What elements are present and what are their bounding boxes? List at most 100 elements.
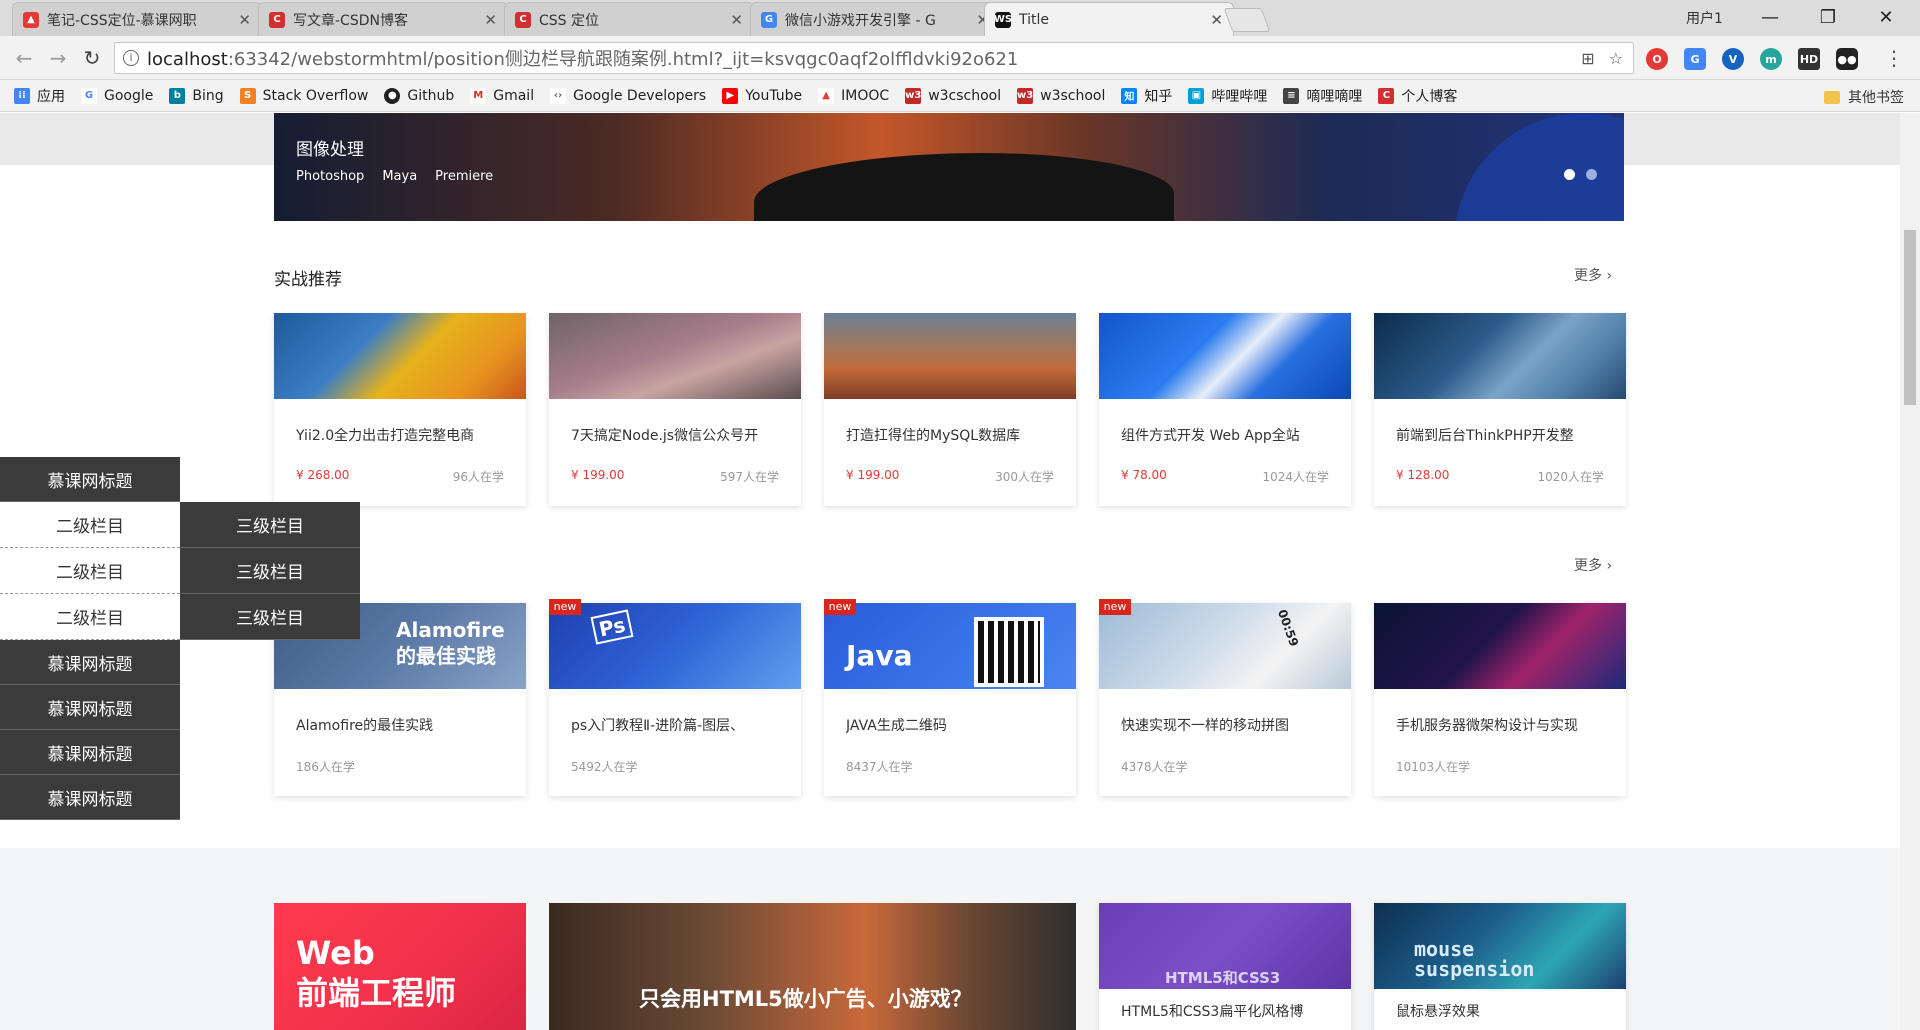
course-card[interactable]: Yii2.0全力出击打造完整电商 ¥ 268.00 96人在学 [274, 313, 526, 506]
bookmark-label: 知乎 [1144, 88, 1173, 105]
bookmark-blog[interactable]: C 个人博客 [1378, 86, 1457, 106]
bookmark-label: 应用 [37, 88, 65, 105]
bookmark-star-icon[interactable]: ☆ [1609, 49, 1623, 68]
tab-title-page[interactable]: WS Title ✕ [984, 2, 1234, 36]
menu-dots-icon[interactable]: ⋮ [1880, 44, 1908, 72]
minimize-icon[interactable]: — [1742, 0, 1798, 34]
bookmark-bing[interactable]: b Bing [169, 87, 224, 104]
banner-tag[interactable]: Maya [382, 169, 417, 184]
course-card[interactable]: 手机服务器微架构设计与实现 10103人在学 [1374, 603, 1626, 796]
close-icon[interactable]: ✕ [1210, 11, 1223, 29]
vertical-scrollbar[interactable] [1900, 113, 1920, 1030]
banner-tag[interactable]: Premiere [435, 169, 493, 184]
tab-imooc-notes[interactable]: ▲ 笔记-CSS定位-慕课网职 ✕ [12, 2, 262, 36]
course-title: Yii2.0全力出击打造完整电商 [296, 428, 475, 444]
forward-icon[interactable]: → [44, 44, 72, 72]
back-icon[interactable]: ← [10, 44, 38, 72]
course-students: 5492人在学 [571, 760, 638, 774]
thumbnail-text: mouse suspension [1414, 937, 1535, 981]
close-icon[interactable]: ✕ [238, 11, 251, 29]
bookmark-dilidili[interactable]: ≡ 嘀哩嘀哩 [1283, 86, 1362, 106]
tab-css-position[interactable]: C CSS 定位 ✕ [504, 2, 754, 36]
sidebar-item-title[interactable]: 慕课网标题 [0, 640, 180, 685]
sidebar-third-item[interactable]: 三级栏目 [180, 594, 360, 640]
sidebar-subitem[interactable]: 二级栏目 三级栏目 [0, 594, 360, 640]
banner-slide[interactable]: 图像处理 Photoshop Maya Premiere [274, 113, 1624, 221]
bookmark-youtube[interactable]: ▶ YouTube [722, 87, 802, 104]
more-link[interactable]: 更多 › [1574, 555, 1612, 575]
bookmark-google[interactable]: G Google [81, 87, 153, 104]
promo-tile[interactable]: 只会用HTML5做小广告、小游戏？ [549, 903, 1076, 1030]
translate-icon[interactable]: ⊞ [1581, 49, 1594, 68]
bookmark-apps[interactable]: ⁞⁞ 应用 [14, 86, 65, 106]
opera-icon[interactable]: O [1646, 48, 1668, 70]
course-card[interactable]: new Ps ps入门教程Ⅱ-进阶篇-图层、 5492人在学 [549, 599, 801, 796]
course-card[interactable]: 前端到后台ThinkPHP开发整 ¥ 128.00 1020人在学 [1374, 313, 1626, 506]
window-close-icon[interactable]: ✕ [1858, 0, 1914, 34]
csdn-icon: C [269, 11, 285, 28]
qr-code-icon [974, 617, 1044, 687]
bookmark-label: 哔哩哔哩 [1211, 88, 1268, 105]
sidebar-subitem[interactable]: 二级栏目 三级栏目 [0, 548, 360, 594]
bookmark-google-developers[interactable]: ‹› Google Developers [550, 87, 706, 104]
course-thumbnail [1374, 603, 1626, 689]
carousel-dot[interactable] [1586, 169, 1597, 180]
course-card[interactable]: new 00:59 快速实现不一样的移动拼图 4378人在学 [1099, 599, 1351, 796]
bookmark-stackoverflow[interactable]: S Stack Overflow [239, 87, 368, 104]
dilidili-icon: ≡ [1283, 87, 1300, 104]
new-tab-button[interactable] [1223, 8, 1271, 32]
course-card[interactable]: 7天搞定Node.js微信公众号开 ¥ 199.00 597人在学 [549, 313, 801, 506]
course-card[interactable]: 打造扛得住的MySQL数据库 ¥ 199.00 300人在学 [824, 313, 1076, 506]
course-card[interactable]: 组件方式开发 Web App全站 ¥ 78.00 1024人在学 [1099, 313, 1351, 506]
scrollbar-thumb[interactable] [1904, 230, 1916, 405]
more-link[interactable]: 更多 › [1574, 265, 1612, 285]
thumbnail-text: Java [846, 639, 913, 672]
career-tile[interactable]: Web 前端工程师 [274, 903, 526, 1030]
bookmark-w3cschool[interactable]: w3 w3cschool [905, 87, 1001, 104]
bookmark-imooc[interactable]: ▲ IMOOC [818, 87, 890, 104]
banner-decoration [1454, 113, 1624, 221]
course-thumbnail [1374, 313, 1626, 399]
banner-tag[interactable]: Photoshop [296, 169, 364, 184]
sidebar-item-title[interactable]: 慕课网标题 [0, 457, 180, 502]
sidebar-subitem[interactable]: 二级栏目 三级栏目 [0, 502, 360, 548]
tampermonkey-icon[interactable]: ●● [1836, 48, 1858, 70]
course-card[interactable]: HTML5和CSS3 HTML5和CSS3扁平化风格博 [1099, 903, 1351, 1030]
info-icon[interactable]: i [123, 50, 139, 66]
tab-google-search[interactable]: G 微信小游戏开发引擎 - G ✕ [750, 2, 1000, 36]
bookmark-w3school[interactable]: w3 w3school [1017, 87, 1105, 104]
sidebar-third-item[interactable]: 三级栏目 [180, 548, 360, 594]
vue-devtools-icon[interactable]: V [1722, 48, 1744, 70]
profile-label[interactable]: 用户1 [1686, 8, 1723, 28]
sidebar-item-title[interactable]: 慕课网标题 [0, 775, 180, 820]
close-icon[interactable]: ✕ [730, 11, 743, 29]
reload-icon[interactable]: ↻ [78, 44, 106, 72]
restore-icon[interactable]: ❐ [1800, 0, 1856, 34]
sidebar-third-item[interactable]: 三级栏目 [180, 502, 360, 548]
bookmark-bilibili[interactable]: ▣ 哔哩哔哩 [1188, 86, 1267, 106]
tab-csdn-write[interactable]: C 写文章-CSDN博客 ✕ [258, 2, 508, 36]
course-title: HTML5和CSS3扁平化风格博 [1121, 1004, 1304, 1020]
bookmark-github[interactable]: ● Github [384, 87, 454, 104]
carousel-dot-active[interactable] [1564, 169, 1575, 180]
mint-icon[interactable]: m [1760, 48, 1782, 70]
tab-title: 写文章-CSDN博客 [293, 12, 408, 29]
address-bar[interactable]: i localhost:63342/webstormhtml/position侧… [114, 42, 1634, 74]
course-thumbnail: Java [824, 603, 1076, 689]
sidebar-item-title[interactable]: 慕课网标题 [0, 685, 180, 730]
close-icon[interactable]: ✕ [484, 11, 497, 29]
course-card[interactable]: mouse suspension 鼠标悬浮效果 [1374, 903, 1626, 1030]
course-students: 1020人在学 [1537, 470, 1604, 484]
bookmark-zhihu[interactable]: 知知乎 [1121, 86, 1172, 106]
bookmark-gmail[interactable]: M Gmail [470, 87, 534, 104]
google-translate-icon[interactable]: G [1684, 48, 1706, 70]
bookmark-label: IMOOC [841, 87, 890, 104]
w3school-icon: w3 [1017, 87, 1033, 104]
banner-decoration [754, 153, 1174, 221]
course-students: 186人在学 [296, 760, 355, 774]
other-bookmarks[interactable]: 其他书签 [1824, 87, 1904, 107]
csdn-icon: C [515, 11, 531, 28]
course-card[interactable]: new Java JAVA生成二维码 8437人在学 [824, 599, 1076, 796]
sidebar-item-title[interactable]: 慕课网标题 [0, 730, 180, 775]
hd-icon[interactable]: HD [1798, 48, 1820, 70]
